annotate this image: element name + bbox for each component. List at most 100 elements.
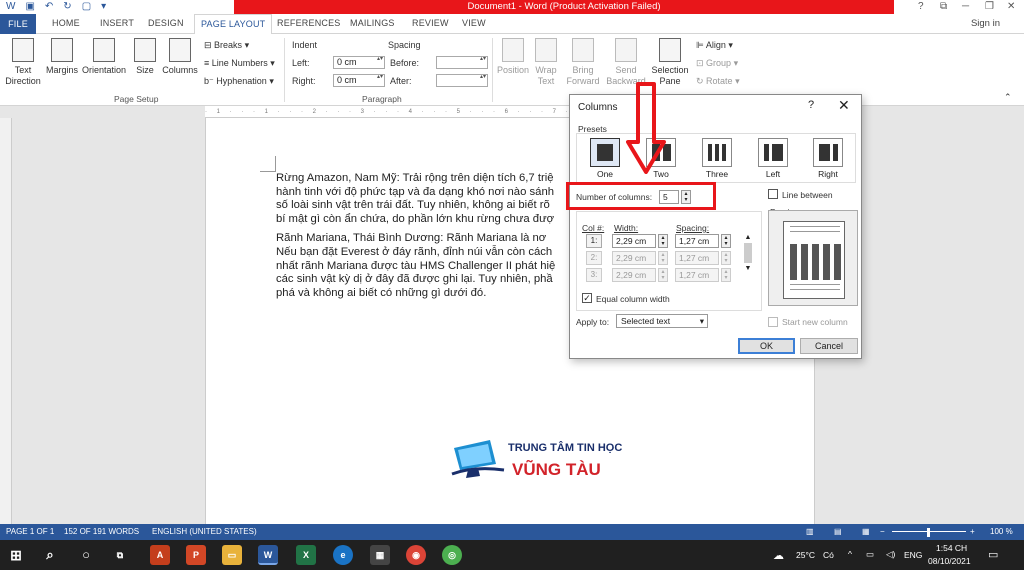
weather-icon[interactable]: ☁ <box>773 549 784 562</box>
margins-button[interactable]: Margins <box>44 38 80 76</box>
dialog-close-button[interactable]: ✕ <box>838 97 850 114</box>
restore-button[interactable]: ❐ <box>985 0 994 14</box>
word-count[interactable]: 152 OF 191 WORDS <box>64 524 139 540</box>
page-count[interactable]: PAGE 1 OF 1 <box>6 524 54 540</box>
scroll-up-icon[interactable]: ▲ <box>742 234 754 241</box>
line-numbers-button[interactable]: ≡ Line Numbers ▾ <box>204 58 275 69</box>
columns-button[interactable]: Columns <box>160 38 200 76</box>
equal-column-width-checkbox[interactable]: ✓ <box>582 293 592 303</box>
clock-date[interactable]: 08/10/2021 <box>928 556 971 566</box>
save-icon[interactable]: ▣ <box>25 1 34 12</box>
col-row-button[interactable]: 1: <box>586 234 602 248</box>
preset-left[interactable]: Left <box>758 138 788 179</box>
zoom-out-icon[interactable]: − <box>880 524 885 540</box>
col-width-input[interactable]: 2,29 cm <box>612 234 656 248</box>
clock-time[interactable]: 1:54 CH <box>936 543 967 553</box>
file-explorer-icon[interactable]: ▭ <box>222 545 242 565</box>
windows-start-icon[interactable]: ⊞ <box>6 545 26 565</box>
weather-description[interactable]: Có <box>823 550 834 560</box>
indent-left-input[interactable]: 0 cm <box>333 56 385 69</box>
col-spacing-input[interactable]: 1,27 cm <box>675 234 719 248</box>
apply-to-select[interactable]: Selected text ▾ <box>616 314 708 328</box>
ribbon-display-icon[interactable]: ⧉ <box>940 0 947 14</box>
search-icon[interactable]: ⌕ <box>40 545 60 565</box>
col-row-button[interactable]: 2: <box>586 251 602 265</box>
selection-pane-button[interactable]: Selection Pane <box>650 38 690 87</box>
close-button[interactable]: ✕ <box>1007 0 1015 14</box>
edge-browser-icon[interactable]: e <box>333 545 353 565</box>
dialog-help-button[interactable]: ? <box>808 99 814 111</box>
spacing-before-input[interactable] <box>436 56 488 69</box>
text-direction-button[interactable]: Text Direction <box>3 38 43 87</box>
start-new-column-checkbox[interactable] <box>768 317 778 327</box>
tab-design[interactable]: DESIGN <box>148 18 184 28</box>
col-spacing-spinner[interactable]: ▴ ▾ <box>721 251 731 265</box>
orientation-button[interactable]: Orientation <box>81 38 127 76</box>
preset-one[interactable]: One <box>590 138 620 179</box>
document-text[interactable]: Rừng Amazon, Nam Mỹ: Trải rộng trên diện… <box>276 172 576 300</box>
breaks-button[interactable]: ⊟ Breaks ▾ <box>204 40 249 51</box>
zoom-thumb[interactable] <box>927 528 930 537</box>
access-app-icon[interactable]: A <box>150 545 170 565</box>
tab-page-layout[interactable]: PAGE LAYOUT <box>194 14 273 35</box>
powerpoint-app-icon[interactable]: P <box>186 545 206 565</box>
tab-references[interactable]: REFERENCES <box>277 18 341 28</box>
size-button[interactable]: Size <box>133 38 157 76</box>
bring-forward-button[interactable]: Bring Forward <box>563 38 603 87</box>
zoom-level[interactable]: 100 % <box>990 524 1013 540</box>
scroll-thumb[interactable] <box>744 243 752 263</box>
web-layout-icon[interactable]: ▦ <box>862 524 870 540</box>
calculator-icon[interactable]: ▦ <box>370 545 390 565</box>
col-spacing-spinner[interactable]: ▴ ▾ <box>721 234 731 248</box>
word-icon[interactable]: W <box>6 1 15 12</box>
tab-review[interactable]: REVIEW <box>412 18 449 28</box>
sign-in-link[interactable]: Sign in <box>971 18 1000 29</box>
align-button[interactable]: ⊫ Align ▾ <box>696 40 733 51</box>
weather-temperature[interactable]: 25°C <box>796 550 815 560</box>
scroll-down-icon[interactable]: ▼ <box>742 265 754 272</box>
col-width-input[interactable]: 2,29 cm <box>612 251 656 265</box>
tab-home[interactable]: HOME <box>52 18 80 28</box>
col-width-spinner[interactable]: ▴ ▾ <box>658 234 668 248</box>
chrome-browser-icon[interactable]: ◉ <box>406 545 426 565</box>
undo-icon[interactable]: ↶ <box>45 1 53 12</box>
cortana-icon[interactable]: ○ <box>76 545 96 565</box>
tab-file[interactable]: FILE <box>0 14 36 34</box>
tab-view[interactable]: VIEW <box>462 18 486 28</box>
col-row-button[interactable]: 3: <box>586 268 602 282</box>
volume-icon[interactable]: ◁) <box>886 549 895 560</box>
network-icon[interactable]: ▭ <box>866 549 874 560</box>
input-language[interactable]: ENG <box>904 550 922 560</box>
line-between-checkbox[interactable] <box>768 189 778 199</box>
customize-qat-icon[interactable]: ▾ <box>101 1 106 12</box>
cancel-button[interactable]: Cancel <box>800 338 858 354</box>
show-hidden-icons-icon[interactable]: ^ <box>848 549 852 559</box>
send-backward-button[interactable]: Send Backward <box>604 38 648 87</box>
app-icon[interactable]: ◎ <box>442 545 462 565</box>
excel-app-icon[interactable]: X <box>296 545 316 565</box>
collapse-ribbon-icon[interactable]: ⌃ <box>1004 92 1012 103</box>
col-width-spinner[interactable]: ▴ ▾ <box>658 251 668 265</box>
language-indicator[interactable]: ENGLISH (UNITED STATES) <box>152 524 257 540</box>
rotate-button[interactable]: ↻ Rotate ▾ <box>696 76 740 87</box>
minimize-button[interactable]: ─ <box>962 0 969 14</box>
tab-mailings[interactable]: MAILINGS <box>350 18 395 28</box>
notifications-icon[interactable]: ▭ <box>988 548 998 561</box>
spacing-after-input[interactable] <box>436 74 488 87</box>
print-layout-icon[interactable]: ▤ <box>834 524 842 540</box>
ok-button[interactable]: OK <box>738 338 795 354</box>
read-mode-icon[interactable]: ▥ <box>806 524 814 540</box>
new-doc-icon[interactable]: ▢ <box>82 1 91 12</box>
tab-insert[interactable]: INSERT <box>100 18 134 28</box>
col-width-spinner[interactable]: ▴ ▾ <box>658 268 668 282</box>
col-width-input[interactable]: 2,29 cm <box>612 268 656 282</box>
preset-three[interactable]: Three <box>702 138 732 179</box>
preset-right[interactable]: Right <box>813 138 843 179</box>
zoom-in-icon[interactable]: + <box>970 524 975 540</box>
word-app-icon[interactable]: W <box>258 545 278 565</box>
col-spacing-spinner[interactable]: ▴ ▾ <box>721 268 731 282</box>
hyphenation-button[interactable]: b⁻ Hyphenation ▾ <box>204 76 274 87</box>
indent-right-input[interactable]: 0 cm <box>333 74 385 87</box>
col-spacing-input[interactable]: 1,27 cm <box>675 251 719 265</box>
wrap-text-button[interactable]: Wrap Text <box>532 38 560 87</box>
